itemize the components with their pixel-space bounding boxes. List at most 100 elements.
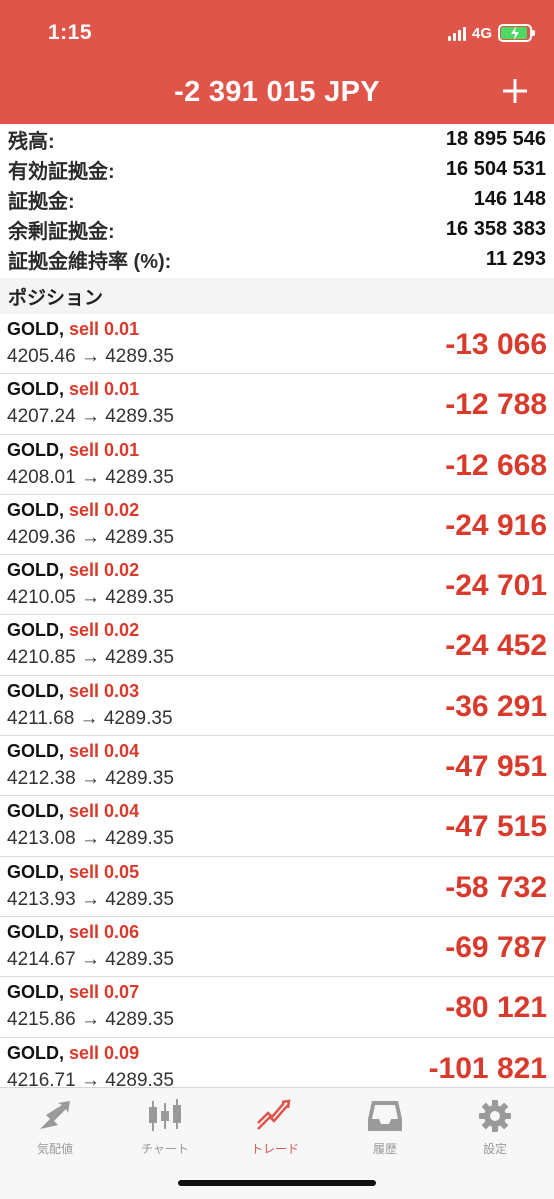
- position-symbol: GOLD,: [7, 319, 64, 339]
- position-prices: 4205.46 → 4289.35: [7, 346, 174, 367]
- position-symbol: GOLD,: [7, 741, 64, 762]
- position-symbol: GOLD,: [7, 499, 64, 520]
- position-symbol: GOLD,: [7, 560, 64, 581]
- tab-trade[interactable]: トレード: [220, 1098, 330, 1157]
- home-indicator[interactable]: [178, 1180, 376, 1186]
- account-value: 11 293: [485, 247, 546, 270]
- tab-label: 履歴: [372, 1142, 397, 1156]
- position-side-volume: sell 0.02: [69, 499, 140, 520]
- position-row[interactable]: GOLD, sell 0.04 4213.08 → 4289.35 -47 515: [0, 796, 554, 857]
- position-row[interactable]: GOLD, sell 0.01 4208.01 → 4289.35 -12 668: [0, 435, 554, 495]
- position-header: GOLD, sell 0.05: [7, 862, 139, 883]
- account-label: 有効証拠金:: [8, 160, 115, 183]
- account-row: 証拠金維持率 (%): 11 293: [8, 244, 546, 274]
- position-profit: -24 452: [445, 629, 547, 663]
- position-symbol: GOLD,: [7, 801, 64, 822]
- position-symbol: GOLD,: [7, 921, 64, 942]
- account-label: 残高:: [8, 130, 55, 153]
- position-profit: -80 121: [445, 991, 547, 1025]
- account-label: 余剰証拠金:: [8, 220, 115, 243]
- position-row[interactable]: GOLD, sell 0.07 4215.86 → 4289.35 -80 121: [0, 977, 554, 1038]
- cellular-signal-icon: [447, 25, 466, 41]
- position-profit: -12 668: [445, 448, 547, 482]
- position-side-volume: sell 0.02: [69, 620, 140, 641]
- position-row[interactable]: GOLD, sell 0.01 4207.24 → 4289.35 -12 788: [0, 374, 554, 435]
- position-profit: -69 787: [445, 930, 547, 964]
- position-profit: -36 291: [445, 689, 547, 723]
- tab-history[interactable]: 履歴: [330, 1098, 440, 1157]
- position-header: GOLD, sell 0.04: [7, 801, 139, 822]
- quotes-arrow-icon: [40, 1101, 70, 1129]
- position-header: GOLD, sell 0.04: [7, 741, 139, 762]
- position-symbol: GOLD,: [7, 982, 64, 1003]
- history-inbox-icon: [368, 1101, 402, 1131]
- position-symbol: GOLD,: [7, 680, 64, 701]
- position-symbol: GOLD,: [7, 439, 64, 460]
- position-profit: -101 821: [428, 1051, 547, 1085]
- position-side-volume: sell 0.04: [69, 801, 140, 822]
- position-profit: -24 701: [445, 569, 547, 603]
- position-header: GOLD, sell 0.01: [7, 379, 139, 400]
- position-row[interactable]: GOLD, sell 0.01 4205.46 → 4289.35 -13 066: [0, 314, 554, 375]
- position-symbol: GOLD,: [7, 1042, 64, 1063]
- add-order-button[interactable]: [502, 76, 528, 106]
- position-row[interactable]: GOLD, sell 0.02 4209.36 → 4289.35 -24 916: [0, 495, 554, 556]
- position-header: GOLD, sell 0.02: [7, 560, 139, 581]
- account-row: 残高: 18 895 546: [8, 124, 546, 154]
- position-header: GOLD, sell 0.03: [7, 681, 139, 702]
- positions-list[interactable]: GOLD, sell 0.01 4205.46 → 4289.35 -13 066 G…: [0, 314, 554, 1087]
- position-symbol: GOLD,: [7, 379, 64, 400]
- position-side-volume: sell 0.04: [69, 741, 140, 762]
- status-time: 1:15: [48, 21, 93, 44]
- position-profit: -24 916: [445, 508, 547, 542]
- position-side-volume: sell 0.01: [69, 379, 140, 400]
- candlestick-chart-icon: [149, 1099, 181, 1131]
- position-symbol: GOLD,: [7, 861, 64, 882]
- app-header: 1:15 4G -2 391 015 JPY: [0, 0, 554, 124]
- account-label: 証拠金:: [8, 190, 75, 213]
- position-side-volume: sell 0.03: [69, 680, 140, 701]
- account-summary: 残高: 18 895 546 有効証拠金: 16 504 531 証拠金: 146 148…: [0, 124, 554, 274]
- position-row[interactable]: GOLD, sell 0.03 4211.68 → 4289.35 -36 291: [0, 676, 554, 737]
- account-value: 16 358 383: [445, 217, 546, 240]
- position-prices: 4207.24 → 4289.35: [7, 406, 174, 428]
- position-row[interactable]: GOLD, sell 0.05 4213.93 → 4289.35 -58 732: [0, 857, 554, 917]
- account-row: 証拠金: 146 148: [8, 184, 546, 214]
- position-profit: -58 732: [445, 870, 547, 904]
- position-row[interactable]: GOLD, sell 0.09 4216.71 → 4289.35 -101 821: [0, 1038, 554, 1087]
- tab-quotes[interactable]: 気配値: [0, 1098, 110, 1157]
- account-label: 証拠金維持率 (%):: [8, 250, 172, 273]
- position-row[interactable]: GOLD, sell 0.02 4210.85 → 4289.35 -24 452: [0, 615, 554, 676]
- position-row[interactable]: GOLD, sell 0.02 4210.05 → 4289.35 -24 701: [0, 555, 554, 616]
- position-side-volume: sell 0.05: [69, 861, 140, 882]
- position-prices: 4209.36 → 4289.35: [7, 526, 174, 548]
- position-header: GOLD, sell 0.02: [7, 500, 139, 521]
- position-prices: 4216.71 → 4289.35: [7, 1069, 174, 1087]
- position-row[interactable]: GOLD, sell 0.04 4212.38 → 4289.35 -47 951: [0, 736, 554, 797]
- position-prices: 4212.38 → 4289.35: [7, 768, 174, 790]
- position-header: GOLD, sell 0.01: [7, 440, 139, 461]
- tab-settings[interactable]: 設定: [440, 1098, 550, 1157]
- battery-charging-icon: [498, 24, 535, 42]
- account-value: 146 148: [473, 187, 546, 210]
- position-prices: 4215.86 → 4289.35: [7, 1009, 174, 1031]
- position-prices: 4214.67 → 4289.35: [7, 948, 174, 970]
- tab-chart[interactable]: チャート: [110, 1098, 220, 1157]
- position-row[interactable]: GOLD, sell 0.06 4214.67 → 4289.35 -69 787: [0, 917, 554, 978]
- tab-label: 設定: [482, 1142, 507, 1156]
- tab-label: トレード: [250, 1142, 299, 1156]
- position-prices: 4211.68 → 4289.35: [7, 707, 173, 729]
- position-side-volume: sell 0.09: [69, 1042, 140, 1063]
- account-row: 有効証拠金: 16 504 531: [8, 154, 546, 184]
- floating-balance: -2 391 015 JPY: [174, 76, 380, 108]
- position-header: GOLD, sell 0.06: [7, 922, 139, 943]
- tab-label: 気配値: [36, 1142, 73, 1156]
- position-profit: -47 951: [445, 750, 547, 784]
- position-prices: 4213.93 → 4289.35: [7, 888, 174, 910]
- position-side-volume: sell 0.01: [69, 439, 140, 460]
- position-header: GOLD, sell 0.09: [7, 1043, 139, 1064]
- position-header: GOLD, sell 0.01: [7, 319, 139, 340]
- account-row: 余剰証拠金: 16 358 383: [8, 214, 546, 244]
- tab-label: チャート: [141, 1142, 189, 1156]
- position-profit: -13 066: [445, 328, 547, 361]
